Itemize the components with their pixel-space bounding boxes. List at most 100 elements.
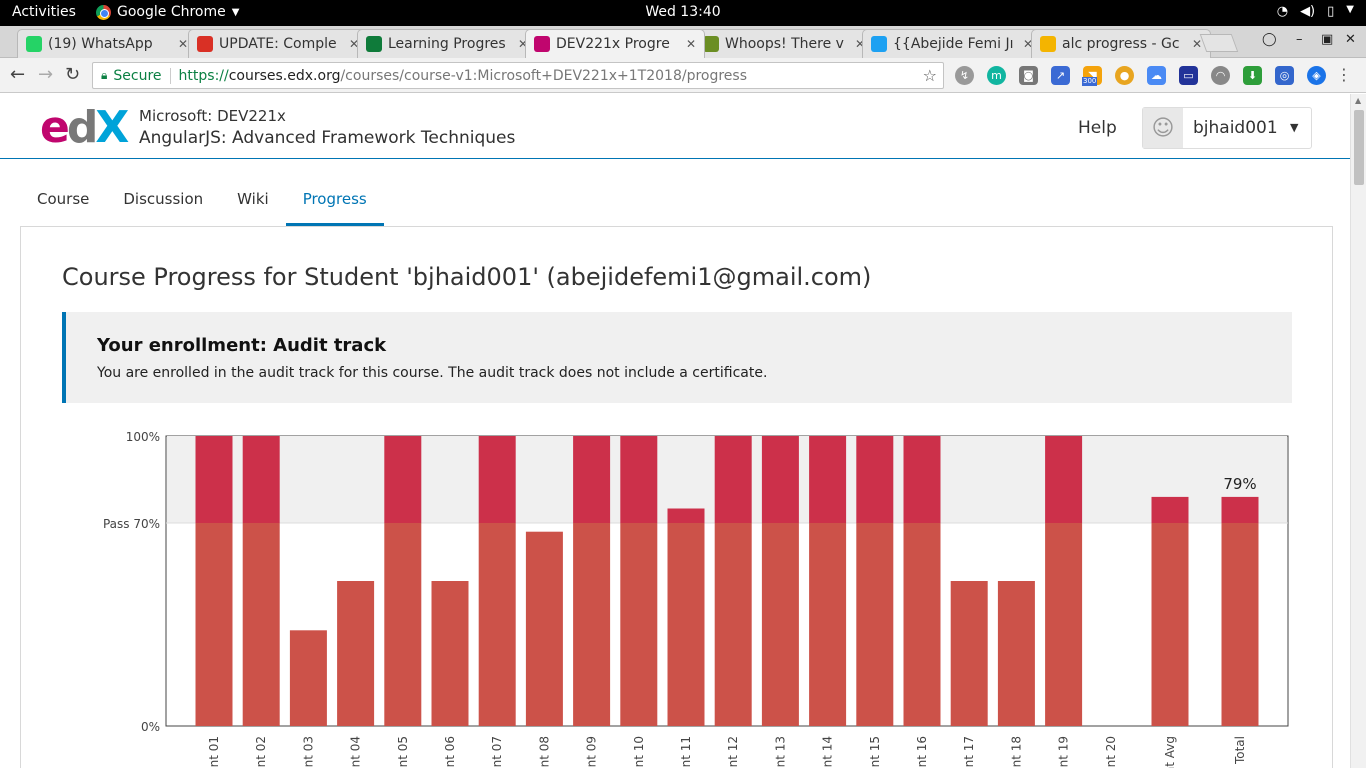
enrollment-text: You are enrolled in the audit track for …: [97, 365, 768, 381]
x-tick-label: ent 12: [726, 736, 740, 768]
bar: [431, 581, 469, 726]
browser-toolbar: ← → ↻ 🔒︎ Secure https:// courses.edx.org…: [0, 58, 1366, 93]
tab-course[interactable]: Course: [20, 176, 106, 226]
help-link[interactable]: Help: [1078, 118, 1117, 138]
bar-above-pass: [761, 436, 799, 523]
extension-icon[interactable]: ◈: [1307, 66, 1326, 85]
x-tick-label: ent 19: [1057, 736, 1071, 768]
bar: [573, 523, 611, 726]
cast-icon[interactable]: ▭: [1179, 66, 1198, 85]
tab-discussion[interactable]: Discussion: [106, 176, 220, 226]
chevron-down-icon: ▼: [1346, 4, 1354, 15]
edx-icon: [534, 36, 550, 52]
grade-chart: 0% Pass 70% 100% ent 01 ent 02 ent 03 ent 04 en…: [80, 430, 1310, 768]
bar-above-pass: [195, 436, 233, 523]
download-icon[interactable]: ⬇: [1243, 66, 1262, 85]
grade-chart-svg: 0% Pass 70% 100% ent 01 ent 02 ent 03 ent 04 en…: [103, 430, 1289, 768]
profile-icon[interactable]: ◯: [1262, 32, 1277, 47]
x-tick-label: ent 14: [821, 736, 835, 768]
x-tick-label: ent 17: [962, 736, 976, 768]
app-menu[interactable]: Google Chrome ▼: [96, 4, 239, 20]
minimize-icon[interactable]: –: [1296, 32, 1303, 47]
extension-icon[interactable]: ↯: [955, 66, 974, 85]
browser-tab[interactable]: {{Abejide Femi Jı ✕: [862, 29, 1042, 58]
bar: [337, 581, 375, 726]
bar-above-pass: [242, 436, 280, 523]
rss-icon[interactable]: ◥ 300: [1082, 66, 1102, 86]
extension-icon[interactable]: ◎: [1275, 66, 1294, 85]
url-scheme: https://: [178, 67, 229, 84]
x-tick-label: ent 07: [490, 736, 504, 768]
enrollment-banner: Your enrollment: Audit track You are enr…: [62, 312, 1292, 403]
extension-icon[interactable]: ◠: [1211, 66, 1230, 85]
extension-icon[interactable]: ●: [1115, 66, 1134, 85]
lock-icon: 🔒︎: [101, 68, 108, 82]
camera-icon[interactable]: ◙: [1019, 66, 1038, 85]
address-bar[interactable]: 🔒︎ Secure https:// courses.edx.org /cour…: [92, 62, 944, 89]
tab-title: DEV221x Progre: [556, 36, 670, 52]
x-tick-label: ent 13: [773, 736, 787, 768]
new-tab-button[interactable]: [1199, 34, 1239, 52]
x-tick-label: ent 03: [301, 736, 315, 768]
chevron-down-icon[interactable]: ▼: [1290, 121, 1298, 134]
bar-above-pass: [1221, 496, 1259, 523]
user-menu[interactable]: ☺ bjhaid001: [1142, 107, 1312, 149]
bar: [525, 531, 563, 726]
close-window-icon[interactable]: ✕: [1345, 32, 1356, 47]
maximize-icon[interactable]: ▣: [1321, 32, 1333, 47]
scroll-up-icon[interactable]: ▲: [1355, 96, 1361, 105]
chrome-menu-icon[interactable]: ⋮: [1336, 65, 1352, 84]
x-tick-label: ent 01: [207, 736, 221, 768]
bar-above-pass: [856, 436, 894, 523]
browser-tab[interactable]: Learning Progres ✕: [357, 29, 537, 58]
close-tab-icon[interactable]: ✕: [684, 37, 698, 51]
tab-progress[interactable]: Progress: [285, 176, 384, 226]
extension-icon[interactable]: m: [987, 66, 1006, 85]
x-tick-label: Total: [1233, 736, 1247, 765]
url-host: courses.edx.org: [228, 67, 341, 84]
back-icon[interactable]: ←: [10, 64, 25, 85]
bar-above-pass: [620, 436, 658, 523]
scrollbar-thumb[interactable]: [1354, 110, 1364, 185]
bookmark-star-icon[interactable]: ☆: [923, 66, 937, 85]
bar: [761, 523, 799, 726]
bar: [242, 523, 280, 726]
avatar: ☺: [1143, 108, 1183, 148]
bar-above-pass: [478, 436, 516, 523]
activities-button[interactable]: Activities: [12, 4, 76, 20]
drive-icon: [1040, 36, 1056, 52]
edx-logo[interactable]: edX: [40, 106, 129, 150]
site-header: edX Microsoft: DEV221x AngularJS: Advanc…: [0, 94, 1350, 159]
scrollbar[interactable]: ▲: [1350, 94, 1366, 768]
tab-title: Whoops! There v: [725, 36, 844, 52]
browser-tab[interactable]: alc progress - Gc ✕: [1031, 29, 1211, 58]
tab-title: (19) WhatsApp: [48, 36, 153, 52]
enrollment-title: Your enrollment: Audit track: [97, 335, 387, 356]
bar: [384, 523, 422, 726]
x-tick-label: ent 11: [679, 736, 693, 768]
browser-tab[interactable]: Whoops! There v ✕: [694, 29, 874, 58]
bar: [856, 523, 894, 726]
bar-above-pass: [384, 436, 422, 523]
x-tick-label: nt Avg: [1163, 736, 1177, 768]
reload-icon[interactable]: ↻: [65, 64, 80, 85]
x-tick-label: ent 05: [396, 736, 410, 768]
system-tray[interactable]: ◔ ◀) ▯ ▼: [1277, 4, 1354, 19]
web-page: edX Microsoft: DEV221x AngularJS: Advanc…: [0, 94, 1350, 768]
x-tick-label: ent 20: [1104, 736, 1118, 768]
twitter-icon: [871, 36, 887, 52]
cloud-icon[interactable]: ☁: [1147, 66, 1166, 85]
x-tick-label: ent 16: [915, 736, 929, 768]
wifi-icon: ◔: [1276, 4, 1289, 19]
browser-tab[interactable]: DEV221x Progre ✕: [525, 29, 705, 58]
tab-wiki[interactable]: Wiki: [220, 176, 286, 226]
bar: [997, 581, 1035, 726]
browser-tab[interactable]: UPDATE: Comple ✕: [188, 29, 368, 58]
page-title: Course Progress for Student 'bjhaid001' …: [62, 263, 872, 291]
tab-title: UPDATE: Comple: [219, 36, 337, 52]
extension-badge: 300: [1082, 77, 1098, 86]
extension-icon[interactable]: ↗: [1051, 66, 1070, 85]
forward-icon[interactable]: →: [38, 64, 53, 85]
browser-tab[interactable]: (19) WhatsApp ✕: [17, 29, 197, 58]
x-tick-label: ent 02: [254, 736, 268, 768]
